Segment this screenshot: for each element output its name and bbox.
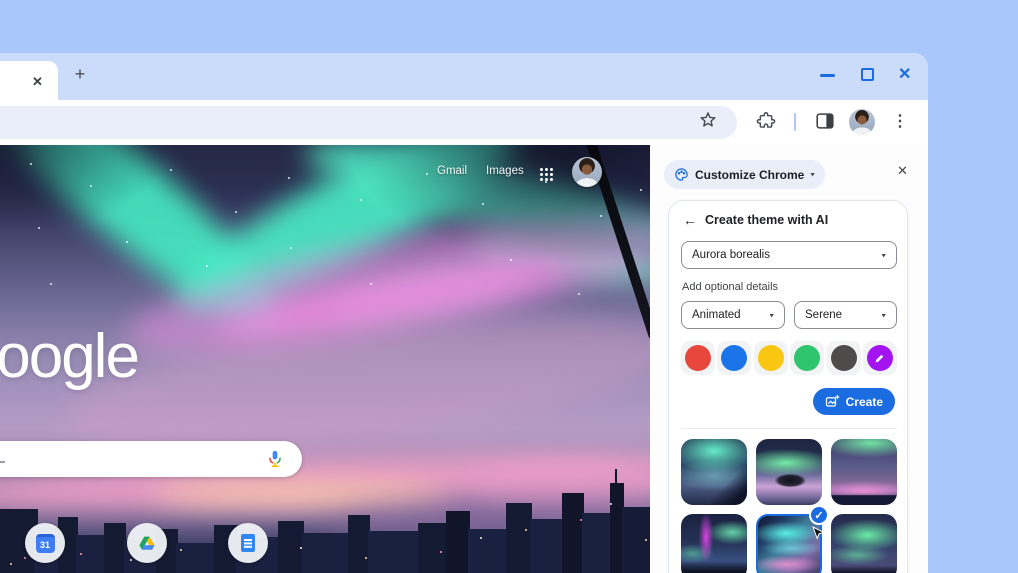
customize-chrome-dropdown[interactable]: Customize Chrome ▾ [664, 160, 825, 189]
card-title: Create theme with AI [705, 213, 829, 227]
city-skyline [0, 469, 650, 573]
theme-thumbnail[interactable] [831, 439, 897, 505]
color-swatch-row [681, 341, 897, 375]
shortcut-calendar[interactable]: 31 [25, 523, 65, 563]
shortcut-docs[interactable] [228, 523, 268, 563]
extensions-icon[interactable] [755, 110, 777, 132]
menu-dots-icon[interactable]: ⋮ [892, 109, 908, 135]
new-tab-button[interactable]: + [69, 63, 91, 85]
tab-close-icon[interactable]: ✕ [32, 74, 43, 90]
optional-details-label: Add optional details [682, 281, 779, 293]
google-logo: Google [0, 322, 140, 391]
card-header: ← Create theme with AI [683, 213, 828, 227]
panel-title: Customize Chrome [695, 167, 805, 182]
address-bar[interactable] [0, 106, 737, 139]
window-content: Gmail Images Google 31 [0, 145, 928, 573]
docs-icon [241, 534, 255, 552]
window-maximize-button[interactable] [861, 68, 874, 81]
chevron-down-icon: ▾ [810, 170, 815, 179]
color-swatch-blue[interactable] [717, 341, 752, 375]
style-select[interactable]: Animated ▾ [681, 301, 785, 329]
desktop-background: ✕ + ✕ ⋮ Gmail Images oogle 31 Customize … [0, 0, 1018, 573]
search-text-caret [0, 461, 5, 463]
theme-thumbnail[interactable] [756, 439, 822, 505]
theme-thumbnail[interactable] [681, 439, 747, 505]
custom-color-swatch[interactable] [862, 341, 897, 375]
side-panel-icon[interactable] [814, 110, 836, 132]
mood-select[interactable]: Serene ▾ [794, 301, 897, 329]
card-divider [681, 428, 897, 429]
stars [30, 163, 32, 165]
mouse-cursor [812, 526, 825, 543]
panel-close-icon[interactable]: ✕ [897, 163, 908, 179]
google-account-avatar[interactable] [572, 157, 602, 187]
window-minimize-button[interactable] [820, 74, 835, 77]
theme-thumbnail-selected[interactable]: ✓ [756, 505, 829, 573]
window-close-button[interactable]: ✕ [898, 64, 911, 84]
calendar-icon: 31 [35, 533, 55, 553]
bookmark-star-icon[interactable] [698, 110, 718, 130]
mood-value: Serene [805, 309, 843, 321]
tab-strip: ✕ + ✕ [0, 53, 928, 100]
theme-thumbnail[interactable] [831, 514, 897, 573]
images-link[interactable]: Images [486, 165, 524, 177]
theme-thumbnail-grid: ✓ [681, 439, 897, 573]
customize-chrome-panel: Customize Chrome ▾ ✕ ← Create theme with… [650, 145, 928, 573]
create-button-label: Create [845, 394, 883, 409]
chevron-down-icon: ▾ [881, 310, 886, 319]
theme-subject-value: Aurora borealis [692, 249, 770, 261]
shortcut-drive[interactable] [127, 523, 167, 563]
color-swatch-yellow[interactable] [753, 341, 788, 375]
chevron-down-icon: ▾ [881, 250, 886, 259]
theme-subject-select[interactable]: Aurora borealis ▾ [681, 241, 897, 269]
search-input[interactable] [0, 441, 302, 477]
create-theme-card: ← Create theme with AI Aurora borealis ▾… [668, 200, 908, 573]
toolbar-divider [794, 113, 796, 131]
browser-window: ✕ + ✕ ⋮ Gmail Images oogle 31 Customize … [0, 53, 928, 573]
create-button[interactable]: Create [812, 388, 895, 415]
drive-icon [137, 534, 157, 553]
city-lights [10, 563, 12, 565]
gmail-link[interactable]: Gmail [437, 165, 467, 177]
google-new-tab-page: Gmail Images Google 31 [0, 145, 650, 573]
chevron-down-icon: ▾ [769, 310, 774, 319]
profile-avatar[interactable] [849, 109, 875, 135]
selected-check-badge: ✓ [809, 505, 829, 525]
style-value: Animated [692, 309, 741, 321]
voice-search-mic-icon[interactable] [266, 450, 284, 468]
color-swatch-red[interactable] [681, 341, 715, 375]
back-arrow-icon[interactable]: ← [683, 213, 697, 227]
palette-icon [674, 167, 689, 182]
create-image-icon [825, 394, 840, 409]
browser-toolbar: ⋮ [0, 100, 928, 145]
color-swatch-gray[interactable] [826, 341, 861, 375]
active-tab[interactable]: ✕ [0, 61, 58, 100]
apps-grid-icon[interactable] [540, 168, 543, 171]
color-swatch-green[interactable] [790, 341, 825, 375]
pencil-icon [876, 354, 884, 362]
theme-thumbnail[interactable] [681, 514, 747, 573]
